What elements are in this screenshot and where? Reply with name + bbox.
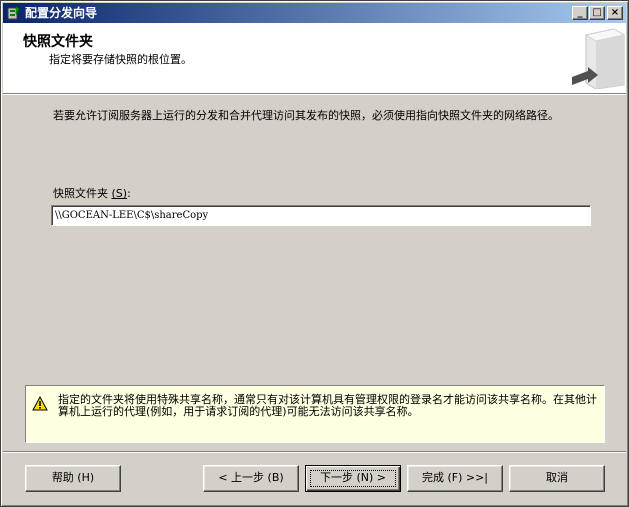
minimize-icon: _ — [577, 7, 583, 18]
wizard-app-icon — [7, 5, 21, 20]
server-graphic-icon — [572, 28, 626, 89]
snapshot-folder-input[interactable] — [51, 205, 591, 226]
finish-button[interactable]: 完成 (F) >>| — [407, 465, 503, 492]
close-icon: × — [610, 7, 620, 18]
snapshot-folder-hotkey: (S) — [111, 187, 128, 200]
cancel-button[interactable]: 取消 — [509, 465, 605, 492]
title-bar: 配置分发向导 _ □ × — [3, 3, 626, 23]
minimize-button[interactable]: _ — [572, 6, 588, 20]
wizard-header: 快照文件夹 指定将要存储快照的根位置。 — [3, 23, 626, 93]
maximize-button[interactable]: □ — [589, 6, 605, 20]
warning-icon — [32, 396, 48, 411]
help-button[interactable]: 帮助 (H) — [25, 465, 121, 492]
warning-text: 指定的文件夹将使用特殊共享名称，通常只有对该计算机具有管理权限的登录名才能访问该… — [58, 393, 597, 418]
snapshot-folder-label-text: 快照文件夹 — [53, 187, 108, 200]
cancel-button-label: 取消 — [546, 471, 568, 484]
next-button-label: 下一步 (N) > — [319, 471, 387, 484]
next-button[interactable]: 下一步 (N) > — [305, 465, 401, 492]
footer-divider — [3, 451, 626, 453]
intro-text: 若要允许订阅服务器上运行的分发和合并代理访问其发布的快照，必须使用指向快照文件夹… — [53, 109, 559, 122]
snapshot-folder-label: 快照文件夹 (S): — [53, 185, 131, 201]
finish-button-label: 完成 (F) >>| — [421, 471, 489, 484]
wizard-window: 配置分发向导 _ □ × 快照文件夹 指定将要存储快照的根位置。 若要允许订阅服… — [0, 0, 629, 507]
snapshot-folder-colon: : — [127, 187, 131, 200]
window-title: 配置分发向导 — [25, 6, 98, 20]
back-button-label: < 上一步 (B) — [218, 471, 284, 484]
warning-panel: 指定的文件夹将使用特殊共享名称，通常只有对该计算机具有管理权限的登录名才能访问该… — [25, 385, 605, 443]
page-title: 快照文件夹 — [23, 34, 93, 50]
back-button[interactable]: < 上一步 (B) — [203, 465, 299, 492]
header-divider — [3, 93, 626, 95]
help-button-label: 帮助 (H) — [51, 471, 95, 484]
close-button[interactable]: × — [607, 6, 623, 20]
page-subtitle: 指定将要存储快照的根位置。 — [49, 53, 192, 66]
maximize-icon: □ — [592, 7, 602, 18]
